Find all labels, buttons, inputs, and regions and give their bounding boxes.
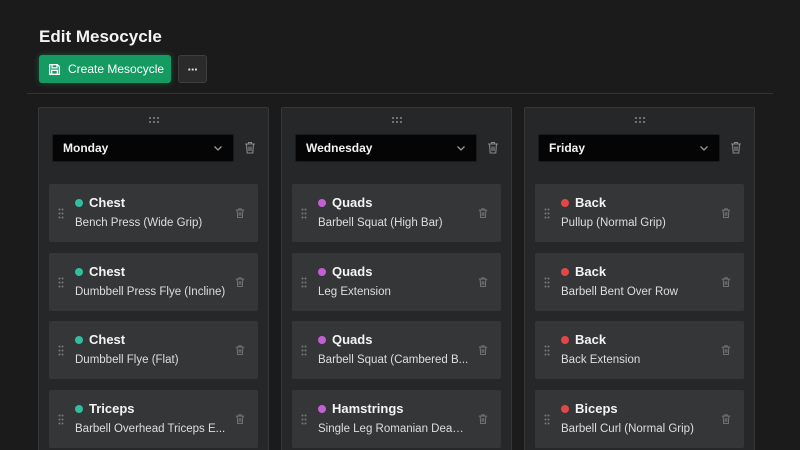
muscle-group-label: Back [575, 195, 607, 210]
drag-handle-icon[interactable] [301, 345, 307, 356]
page-title: Edit Mesocycle [39, 27, 162, 46]
delete-exercise-trash-icon[interactable] [721, 344, 731, 356]
delete-day-trash-icon[interactable] [730, 141, 742, 154]
exercise-name: Leg Extension [318, 286, 391, 298]
exercise-name: Dumbbell Flye (Flat) [75, 354, 179, 366]
muscle-group-label: Triceps [89, 401, 135, 416]
delete-exercise-trash-icon[interactable] [235, 276, 245, 288]
muscle-color-dot [561, 336, 569, 344]
drag-handle-icon[interactable] [544, 414, 550, 425]
exercise-card[interactable]: Chest Dumbbell Press Flye (Incline) [49, 253, 258, 311]
column-drag-handle-icon[interactable] [148, 116, 160, 124]
exercise-card[interactable]: Back Pullup (Normal Grip) [535, 184, 744, 242]
header-divider [27, 93, 773, 94]
chevron-down-icon [213, 143, 223, 153]
muscle-group-label: Biceps [575, 401, 618, 416]
exercise-card[interactable]: Chest Dumbbell Flye (Flat) [49, 321, 258, 379]
exercise-card[interactable]: Back Back Extension [535, 321, 744, 379]
day-column-2: Friday Back Pullup (Normal Grip) Back Ba… [524, 107, 755, 450]
drag-handle-icon[interactable] [301, 208, 307, 219]
muscle-group-label: Chest [89, 332, 126, 347]
muscle-group-label: Quads [332, 195, 373, 210]
column-drag-handle-icon[interactable] [634, 116, 646, 124]
delete-exercise-trash-icon[interactable] [721, 276, 731, 288]
exercise-name: Barbell Bent Over Row [561, 286, 678, 298]
muscle-group-label: Chest [89, 264, 126, 279]
drag-handle-icon[interactable] [58, 345, 64, 356]
day-select-value: Friday [549, 141, 586, 155]
exercise-card[interactable]: Triceps Barbell Overhead Triceps E... [49, 390, 258, 448]
muscle-color-dot [318, 268, 326, 276]
create-mesocycle-label: Create Mesocycle [68, 62, 165, 76]
exercise-card[interactable]: Back Barbell Bent Over Row [535, 253, 744, 311]
muscle-group-label: Quads [332, 264, 373, 279]
muscle-group-label: Back [575, 332, 607, 347]
exercise-name: Barbell Squat (Cambered B... [318, 354, 469, 366]
muscle-color-dot [561, 405, 569, 413]
exercise-card[interactable]: Quads Barbell Squat (Cambered B... [292, 321, 501, 379]
muscle-group-label: Hamstrings [332, 401, 404, 416]
create-mesocycle-button[interactable]: Create Mesocycle [39, 55, 171, 83]
exercise-card[interactable]: Quads Leg Extension [292, 253, 501, 311]
day-column-1: Wednesday Quads Barbell Squat (High Bar)… [281, 107, 512, 450]
drag-handle-icon[interactable] [544, 277, 550, 288]
delete-exercise-trash-icon[interactable] [478, 207, 488, 219]
drag-handle-icon[interactable] [58, 414, 64, 425]
muscle-color-dot [75, 199, 83, 207]
drag-handle-icon[interactable] [301, 277, 307, 288]
exercise-name: Pullup (Normal Grip) [561, 217, 666, 229]
day-select-value: Monday [63, 141, 109, 155]
muscle-color-dot [75, 405, 83, 413]
muscle-group-label: Chest [89, 195, 126, 210]
muscle-color-dot [75, 268, 83, 276]
exercise-name: Back Extension [561, 354, 641, 366]
exercise-name: Barbell Curl (Normal Grip) [561, 423, 694, 435]
day-column-0: Monday Chest Bench Press (Wide Grip) Che… [38, 107, 269, 450]
exercise-name: Dumbbell Press Flye (Incline) [75, 286, 226, 298]
exercise-name: Barbell Squat (High Bar) [318, 217, 443, 229]
day-select-value: Wednesday [306, 141, 373, 155]
day-select[interactable]: Wednesday [295, 134, 477, 162]
exercise-card[interactable]: Quads Barbell Squat (High Bar) [292, 184, 501, 242]
delete-exercise-trash-icon[interactable] [478, 276, 488, 288]
drag-handle-icon[interactable] [544, 345, 550, 356]
day-select[interactable]: Friday [538, 134, 720, 162]
exercise-name: Single Leg Romanian Deadlift [318, 423, 470, 435]
muscle-group-label: Quads [332, 332, 373, 347]
delete-exercise-trash-icon[interactable] [478, 344, 488, 356]
muscle-group-label: Back [575, 264, 607, 279]
drag-handle-icon[interactable] [58, 277, 64, 288]
exercise-name: Barbell Overhead Triceps E... [75, 423, 226, 435]
exercise-card[interactable]: Biceps Barbell Curl (Normal Grip) [535, 390, 744, 448]
exercise-name: Bench Press (Wide Grip) [75, 217, 203, 229]
delete-day-trash-icon[interactable] [487, 141, 499, 154]
exercise-card[interactable]: Hamstrings Single Leg Romanian Deadlift [292, 390, 501, 448]
muscle-color-dot [318, 405, 326, 413]
chevron-down-icon [456, 143, 466, 153]
save-icon [48, 63, 61, 76]
muscle-color-dot [318, 336, 326, 344]
muscle-color-dot [75, 336, 83, 344]
delete-exercise-trash-icon[interactable] [235, 413, 245, 425]
muscle-color-dot [561, 199, 569, 207]
delete-exercise-trash-icon[interactable] [235, 207, 245, 219]
drag-handle-icon[interactable] [301, 414, 307, 425]
delete-day-trash-icon[interactable] [244, 141, 256, 154]
day-select[interactable]: Monday [52, 134, 234, 162]
chevron-down-icon [699, 143, 709, 153]
exercise-card[interactable]: Chest Bench Press (Wide Grip) [49, 184, 258, 242]
muscle-color-dot [561, 268, 569, 276]
delete-exercise-trash-icon[interactable] [235, 344, 245, 356]
drag-handle-icon[interactable] [544, 208, 550, 219]
more-icon: ··· [187, 61, 199, 77]
delete-exercise-trash-icon[interactable] [721, 207, 731, 219]
delete-exercise-trash-icon[interactable] [478, 413, 488, 425]
delete-exercise-trash-icon[interactable] [721, 413, 731, 425]
muscle-color-dot [318, 199, 326, 207]
more-options-button[interactable]: ··· [178, 55, 207, 83]
column-drag-handle-icon[interactable] [391, 116, 403, 124]
drag-handle-icon[interactable] [58, 208, 64, 219]
